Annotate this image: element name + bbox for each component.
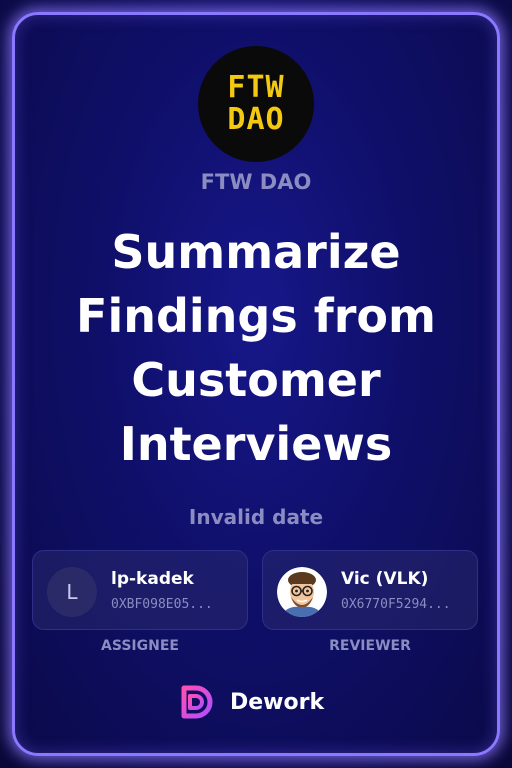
task-title: Summarize Findings from Customer Intervi… <box>76 225 436 471</box>
dework-logo-icon <box>181 685 213 719</box>
dework-brand: Dework <box>178 682 348 722</box>
assignee-address: 0XBF098E05... <box>111 597 213 612</box>
task-date: Invalid date <box>188 505 324 529</box>
reviewer-name: Vic (VLK) <box>341 569 429 589</box>
reviewer-card: Vic (VLK) 0X6770F5294... <box>262 550 478 630</box>
assignee-card: L lp-kadek 0XBF098E05... <box>32 550 248 630</box>
dework-brand-name: Dework <box>230 689 325 715</box>
assignee-avatar: L <box>47 567 97 617</box>
org-logo-line2: DAO <box>227 102 285 137</box>
org-logo-line1: FTW <box>227 70 285 105</box>
assignee-role-label: ASSIGNEE <box>101 638 179 654</box>
reviewer-role-label: REVIEWER <box>329 638 411 654</box>
reviewer-address: 0X6770F5294... <box>341 597 451 612</box>
reviewer-avatar-icon <box>277 567 327 617</box>
org-name: FTW DAO <box>200 170 312 194</box>
org-logo: FTW DAO <box>198 46 314 162</box>
assignee-name: lp-kadek <box>111 569 194 589</box>
page-background: FTW DAO FTW DAO Summarize Findings from … <box>0 0 512 768</box>
